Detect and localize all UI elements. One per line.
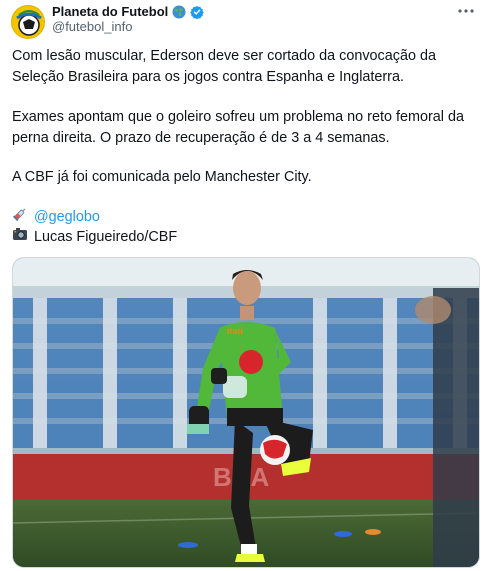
display-name[interactable]: Planeta do Futebol <box>52 4 168 19</box>
photo-goalkeeper-training: BRA itaú <box>13 258 479 567</box>
tweet-photo[interactable]: BRA itaú <box>12 257 480 568</box>
verified-badge-icon <box>190 5 205 19</box>
tweet-paragraph: Exames apontam que o goleiro sofreu um p… <box>12 109 464 146</box>
tweet-card: Planeta do Futebol @futebol_info Com les… <box>0 0 487 571</box>
globe-icon <box>172 5 186 19</box>
avatar[interactable] <box>11 5 45 39</box>
syringe-icon <box>12 206 28 229</box>
planeta-do-futebol-logo-icon <box>12 6 44 38</box>
source-line: @geglobo <box>12 206 100 229</box>
camera-icon <box>12 227 28 248</box>
shirt-brand-text: itaú <box>227 326 243 336</box>
photo-credit-line: Lucas Figueiredo/CBF <box>12 227 177 248</box>
source-link[interactable]: @geglobo <box>34 207 100 228</box>
name-row: Planeta do Futebol <box>52 3 205 20</box>
ellipsis-icon <box>458 9 474 13</box>
tweet-paragraph: A CBF já foi comunicada pelo Manchester … <box>12 169 312 185</box>
photo-credit: Lucas Figueiredo/CBF <box>34 229 178 245</box>
handle[interactable]: @futebol_info <box>52 19 132 34</box>
tweet-paragraph: Com lesão muscular, Ederson deve ser cor… <box>12 48 436 85</box>
more-options-button[interactable] <box>455 3 477 19</box>
